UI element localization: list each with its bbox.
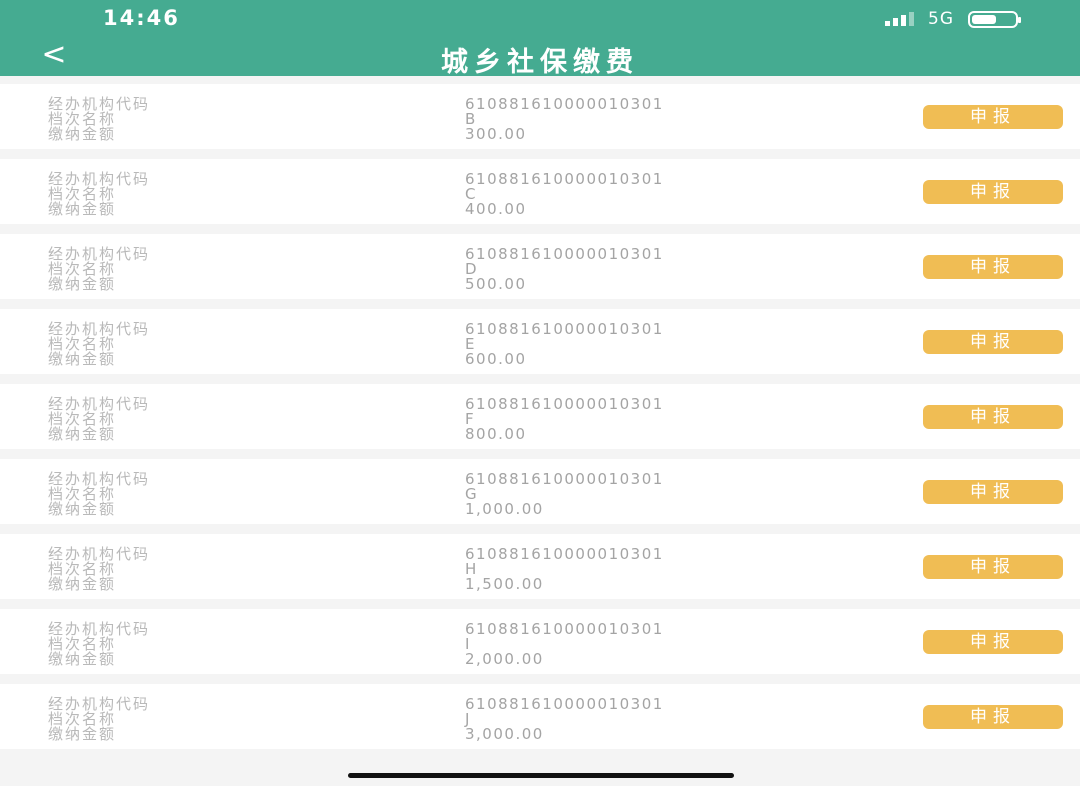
amount-label: 缴纳金额 bbox=[48, 650, 117, 668]
declare-button[interactable]: 申报 bbox=[923, 555, 1063, 579]
amount-label: 缴纳金额 bbox=[48, 200, 117, 218]
field-labels: 经办机构代码 档次名称 缴纳金额 bbox=[48, 472, 278, 517]
field-labels: 经办机构代码 档次名称 缴纳金额 bbox=[48, 247, 278, 292]
field-labels: 经办机构代码 档次名称 缴纳金额 bbox=[48, 547, 278, 592]
declare-button[interactable]: 申报 bbox=[923, 480, 1063, 504]
list-item: 经办机构代码 档次名称 缴纳金额 610881610000010301 I 2,000.0… bbox=[0, 609, 1080, 674]
list-item: 经办机构代码 档次名称 缴纳金额 610881610000010301 F 800.00 申… bbox=[0, 384, 1080, 449]
network-type: 5G bbox=[928, 9, 954, 29]
agency-code-value: 610881610000010301 bbox=[465, 545, 664, 563]
amount-value: 500.00 bbox=[465, 275, 527, 293]
field-values: 610881610000010301 C 400.00 bbox=[465, 172, 825, 217]
agency-code-value: 610881610000010301 bbox=[465, 695, 664, 713]
declare-button[interactable]: 申报 bbox=[923, 105, 1063, 129]
list-item: 经办机构代码 档次名称 缴纳金额 610881610000010301 J 3,000.0… bbox=[0, 684, 1080, 749]
amount-label: 缴纳金额 bbox=[48, 725, 117, 743]
field-values: 610881610000010301 E 600.00 bbox=[465, 322, 825, 367]
declare-button[interactable]: 申报 bbox=[923, 330, 1063, 354]
amount-value: 1,000.00 bbox=[465, 500, 544, 518]
field-values: 610881610000010301 G 1,000.00 bbox=[465, 472, 825, 517]
list-item: 经办机构代码 档次名称 缴纳金额 610881610000010301 E 600.00 申… bbox=[0, 309, 1080, 374]
field-labels: 经办机构代码 档次名称 缴纳金额 bbox=[48, 172, 278, 217]
amount-label: 缴纳金额 bbox=[48, 350, 117, 368]
battery-icon bbox=[968, 10, 1021, 28]
agency-code-value: 610881610000010301 bbox=[465, 320, 664, 338]
field-values: 610881610000010301 H 1,500.00 bbox=[465, 547, 825, 592]
field-labels: 经办机构代码 档次名称 缴纳金额 bbox=[48, 322, 278, 367]
payment-grade-list: 经办机构代码 档次名称 缴纳金额 610881610000010301 B 300.00 申… bbox=[0, 84, 1080, 759]
status-indicators: 5G bbox=[885, 8, 1021, 30]
page-title: 城乡社保缴费 bbox=[441, 47, 639, 78]
agency-code-value: 610881610000010301 bbox=[465, 170, 664, 188]
field-values: 610881610000010301 D 500.00 bbox=[465, 247, 825, 292]
amount-value: 300.00 bbox=[465, 125, 527, 143]
amount-label: 缴纳金额 bbox=[48, 125, 117, 143]
amount-value: 2,000.00 bbox=[465, 650, 544, 668]
amount-label: 缴纳金额 bbox=[48, 275, 117, 293]
battery-level bbox=[972, 14, 996, 24]
declare-button[interactable]: 申报 bbox=[923, 180, 1063, 204]
amount-value: 400.00 bbox=[465, 200, 527, 218]
declare-button[interactable]: 申报 bbox=[923, 255, 1063, 279]
list-item: 经办机构代码 档次名称 缴纳金额 610881610000010301 H 1,500.0… bbox=[0, 534, 1080, 599]
agency-code-value: 610881610000010301 bbox=[465, 620, 664, 638]
field-values: 610881610000010301 F 800.00 bbox=[465, 397, 825, 442]
field-labels: 经办机构代码 档次名称 缴纳金额 bbox=[48, 397, 278, 442]
amount-value: 600.00 bbox=[465, 350, 527, 368]
amount-label: 缴纳金额 bbox=[48, 425, 117, 443]
amount-label: 缴纳金额 bbox=[48, 575, 117, 593]
field-values: 610881610000010301 B 300.00 bbox=[465, 97, 825, 142]
declare-button[interactable]: 申报 bbox=[923, 405, 1063, 429]
declare-button[interactable]: 申报 bbox=[923, 705, 1063, 729]
field-labels: 经办机构代码 档次名称 缴纳金额 bbox=[48, 622, 278, 667]
list-item: 经办机构代码 档次名称 缴纳金额 610881610000010301 D 500.00 申… bbox=[0, 234, 1080, 299]
agency-code-value: 610881610000010301 bbox=[465, 245, 664, 263]
agency-code-value: 610881610000010301 bbox=[465, 470, 664, 488]
amount-value: 800.00 bbox=[465, 425, 527, 443]
amount-value: 3,000.00 bbox=[465, 725, 544, 743]
app-header: 14:46 5G < 城乡社保缴费 bbox=[0, 0, 1080, 78]
list-item: 经办机构代码 档次名称 缴纳金额 610881610000010301 C 400.00 申… bbox=[0, 159, 1080, 224]
field-labels: 经办机构代码 档次名称 缴纳金额 bbox=[48, 697, 278, 742]
field-values: 610881610000010301 J 3,000.00 bbox=[465, 697, 825, 742]
agency-code-value: 610881610000010301 bbox=[465, 95, 664, 113]
amount-label: 缴纳金额 bbox=[48, 500, 117, 518]
status-time: 14:46 bbox=[103, 6, 180, 30]
field-values: 610881610000010301 I 2,000.00 bbox=[465, 622, 825, 667]
agency-code-value: 610881610000010301 bbox=[465, 395, 664, 413]
home-indicator[interactable] bbox=[348, 773, 734, 778]
declare-button[interactable]: 申报 bbox=[923, 630, 1063, 654]
signal-icon bbox=[885, 12, 914, 26]
amount-value: 1,500.00 bbox=[465, 575, 544, 593]
list-item: 经办机构代码 档次名称 缴纳金额 610881610000010301 G 1,000.0… bbox=[0, 459, 1080, 524]
field-labels: 经办机构代码 档次名称 缴纳金额 bbox=[48, 97, 278, 142]
list-item: 经办机构代码 档次名称 缴纳金额 610881610000010301 B 300.00 申… bbox=[0, 84, 1080, 149]
